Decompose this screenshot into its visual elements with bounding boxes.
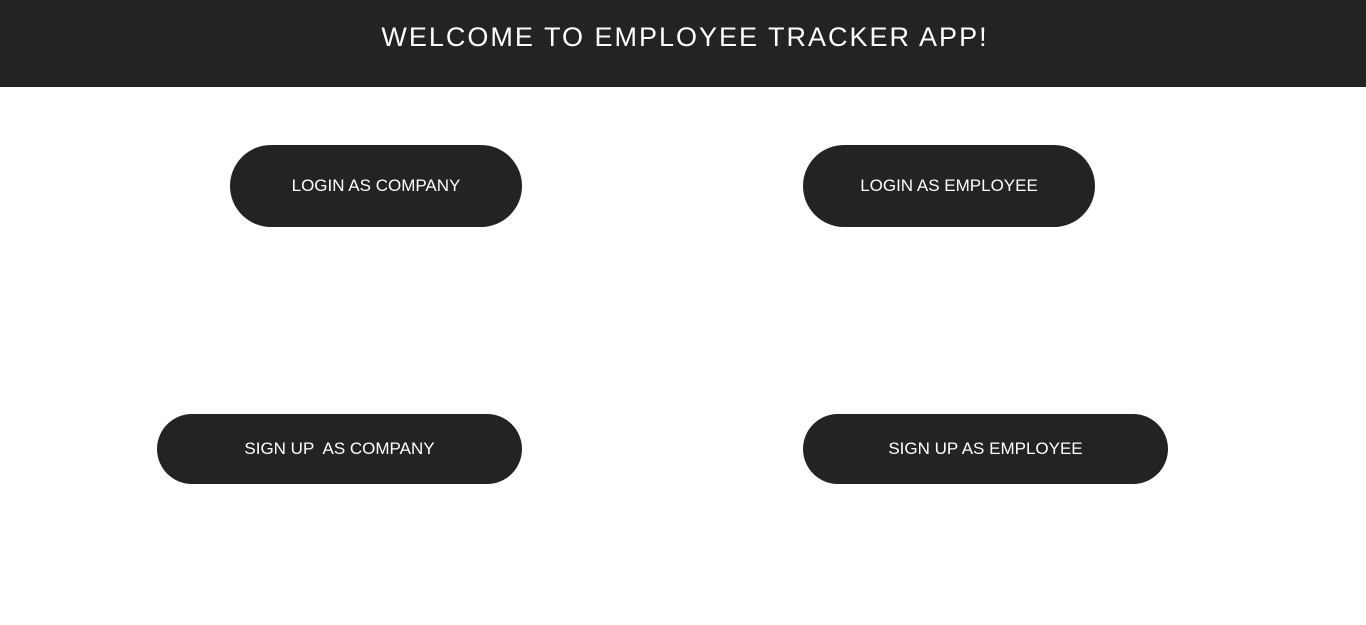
page-title: WELCOME TO EMPLOYEE TRACKER APP! — [381, 22, 989, 52]
login-as-company-button[interactable]: LOGIN AS COMPANY — [230, 145, 522, 227]
login-as-employee-button[interactable]: LOGIN AS EMPLOYEE — [803, 145, 1095, 227]
welcome-page: WELCOME TO EMPLOYEE TRACKER APP! LOGIN A… — [0, 0, 1366, 625]
sign-up-as-company-button[interactable]: SIGN UP AS COMPANY — [157, 414, 522, 484]
sign-up-as-employee-button[interactable]: SIGN UP AS EMPLOYEE — [803, 414, 1168, 484]
app-header: WELCOME TO EMPLOYEE TRACKER APP! — [0, 0, 1366, 87]
